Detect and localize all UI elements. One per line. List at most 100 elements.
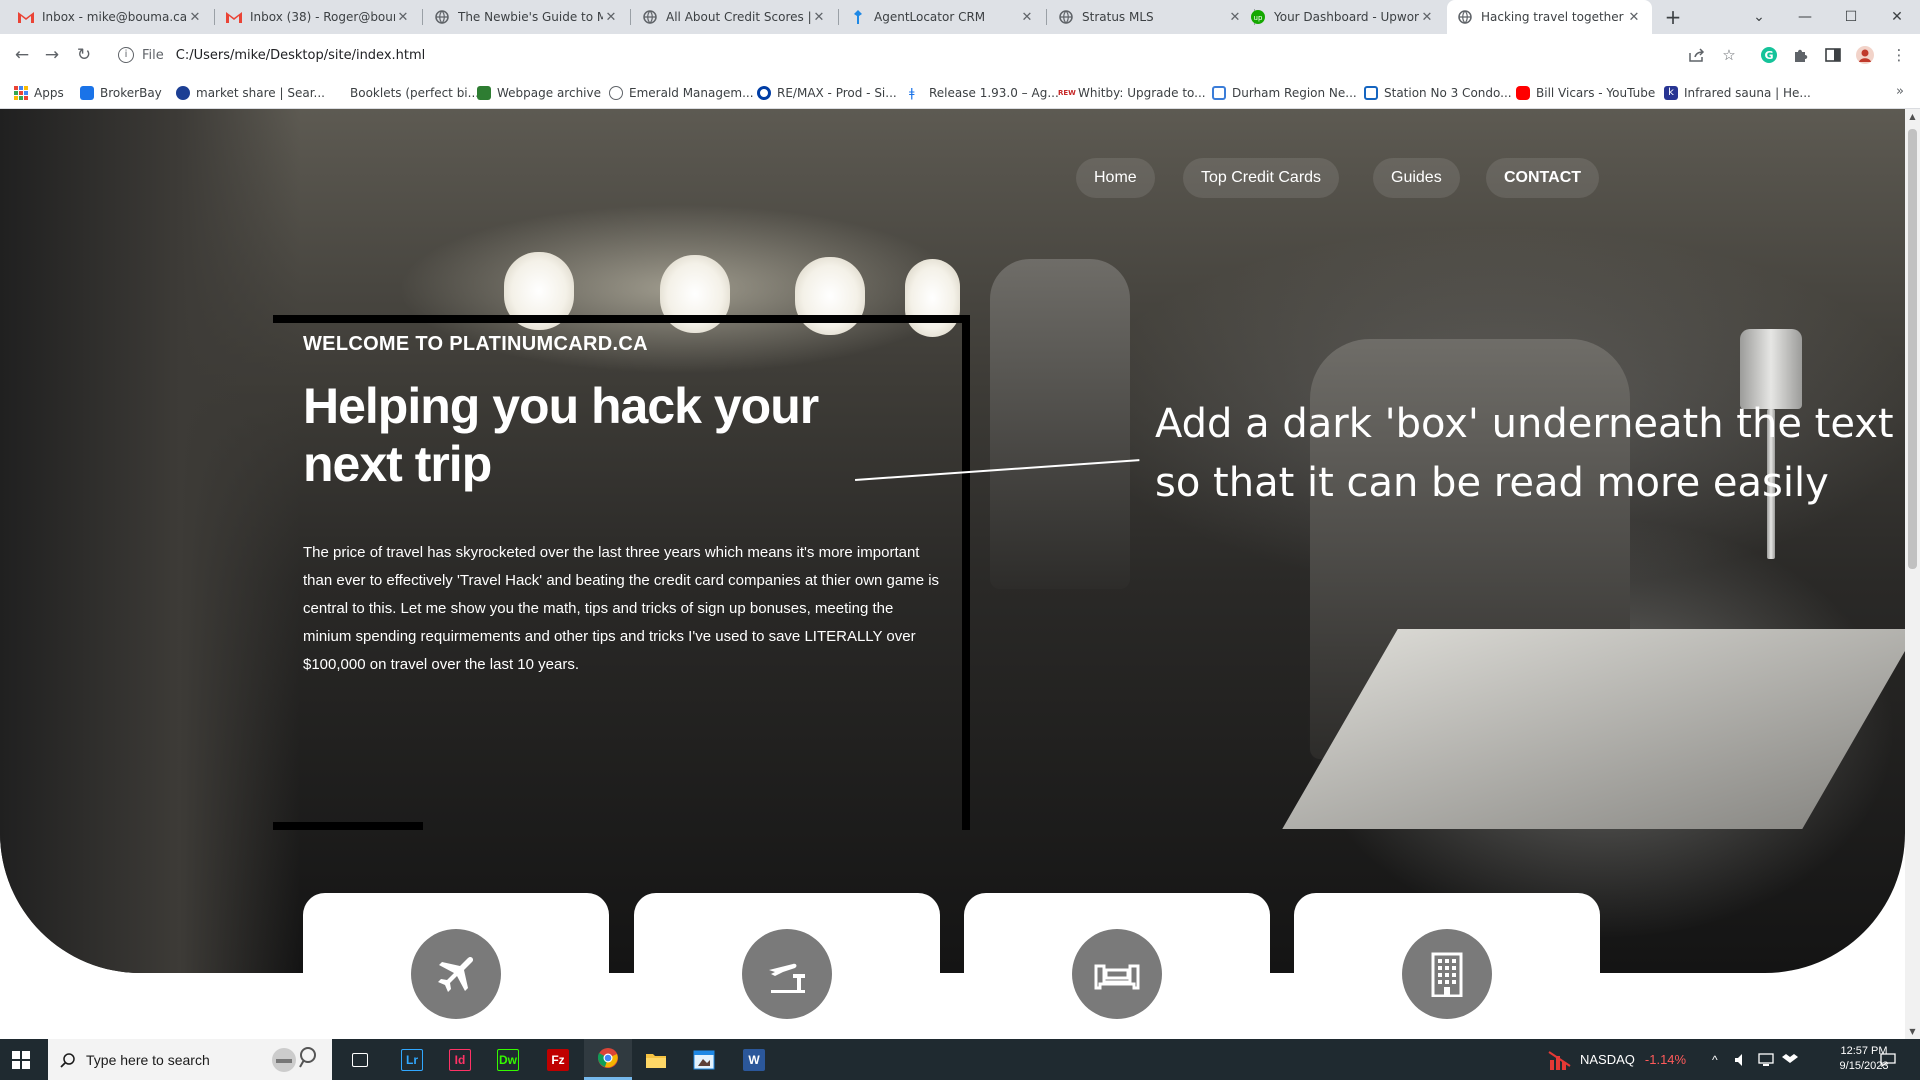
close-tab-icon[interactable]: ✕ bbox=[603, 10, 619, 25]
svg-text:G: G bbox=[1764, 49, 1773, 62]
site-nav-home[interactable]: Home bbox=[1076, 158, 1155, 198]
close-tab-icon[interactable]: ✕ bbox=[811, 10, 827, 25]
agentlocator-icon bbox=[850, 9, 866, 25]
tab-title: Stratus MLS bbox=[1082, 10, 1154, 24]
hero-intro-paragraph: The price of travel has skyrocketed over… bbox=[303, 544, 940, 673]
bookmark-item[interactable]: Booklets (perfect bi... bbox=[330, 84, 479, 102]
tab-title: Inbox (38) - Roger@bouma bbox=[250, 10, 395, 24]
scroll-up-icon[interactable]: ▲ bbox=[1908, 112, 1917, 121]
browser-menu-icon[interactable]: ⋮ bbox=[1889, 45, 1909, 65]
windows-start-icon[interactable] bbox=[12, 1051, 30, 1069]
browser-tab[interactable]: The Newbie's Guide to Mi ✕ bbox=[424, 0, 629, 34]
notifications-icon[interactable] bbox=[1880, 1039, 1896, 1080]
bookmark-item[interactable]: Durham Region Ne... bbox=[1212, 84, 1357, 102]
feature-card[interactable] bbox=[634, 893, 940, 1039]
file-explorer-icon[interactable] bbox=[632, 1039, 680, 1080]
site-nav-guides[interactable]: Guides bbox=[1373, 158, 1460, 198]
lightroom-icon[interactable]: Lr bbox=[388, 1039, 436, 1080]
apps-grid-icon bbox=[14, 86, 28, 100]
browser-tab[interactable]: Inbox - mike@bouma.ca - ✕ bbox=[8, 0, 213, 34]
stock-chart-icon bbox=[1548, 1050, 1571, 1070]
feature-card[interactable] bbox=[1294, 893, 1600, 1039]
browser-tab[interactable]: AgentLocator CRM ✕ bbox=[840, 0, 1045, 34]
hero-headline: Helping you hack your next trip bbox=[303, 378, 819, 492]
feature-card[interactable] bbox=[303, 893, 609, 1039]
info-icon[interactable]: i bbox=[118, 47, 134, 63]
svg-text:up: up bbox=[1254, 14, 1263, 22]
indesign-icon[interactable]: Id bbox=[436, 1039, 484, 1080]
site-nav-contact[interactable]: CONTACT bbox=[1486, 158, 1600, 198]
bookmark-label: Durham Region Ne... bbox=[1232, 86, 1357, 100]
profile-avatar-icon[interactable] bbox=[1855, 45, 1875, 65]
browser-tab[interactable]: Inbox (38) - Roger@bouma ✕ bbox=[216, 0, 421, 34]
bookmark-item[interactable]: Station No 3 Condo... bbox=[1364, 84, 1512, 102]
grammarly-icon[interactable]: G bbox=[1759, 45, 1779, 65]
close-tab-icon[interactable]: ✕ bbox=[187, 10, 203, 25]
task-view-icon[interactable] bbox=[336, 1039, 384, 1080]
page-scrollbar[interactable]: ▲ ▼ bbox=[1905, 109, 1920, 1039]
bookmark-label: Booklets (perfect bi... bbox=[350, 86, 480, 100]
browser-tab[interactable]: All About Credit Scores | Fi ✕ bbox=[632, 0, 837, 34]
share-icon[interactable] bbox=[1687, 45, 1707, 65]
tab-title: Your Dashboard - Upwork bbox=[1274, 10, 1419, 24]
close-window-button[interactable]: ✕ bbox=[1874, 0, 1920, 34]
bookmark-label: Whitby: Upgrade to... bbox=[1078, 86, 1206, 100]
close-tab-icon[interactable]: ✕ bbox=[395, 10, 411, 25]
extensions-puzzle-icon[interactable] bbox=[1791, 45, 1811, 65]
close-tab-icon[interactable]: ✕ bbox=[1419, 10, 1435, 25]
scroll-down-icon[interactable]: ▼ bbox=[1908, 1027, 1917, 1036]
dropbox-icon[interactable] bbox=[1782, 1039, 1798, 1080]
volume-icon[interactable] bbox=[1734, 1039, 1748, 1080]
brokerbay-icon bbox=[80, 86, 94, 100]
stock-widget[interactable]: NASDAQ -1.14% bbox=[1548, 1039, 1686, 1080]
airport-departure-icon bbox=[742, 929, 832, 1019]
bookmark-star-icon[interactable]: ☆ bbox=[1719, 45, 1739, 65]
new-tab-button[interactable]: + bbox=[1660, 4, 1686, 30]
bookmark-item[interactable]: BrokerBay bbox=[80, 84, 162, 102]
bookmark-item[interactable]: Apps bbox=[14, 84, 64, 102]
browser-tab-active[interactable]: Hacking travel together - p ✕ bbox=[1447, 0, 1652, 34]
minimize-button[interactable]: — bbox=[1782, 0, 1828, 34]
bookmark-item[interactable]: Emerald Managem... bbox=[609, 84, 754, 102]
bookmark-item[interactable]: market share | Sear... bbox=[176, 84, 325, 102]
tab-title: AgentLocator CRM bbox=[874, 10, 986, 24]
feature-card[interactable] bbox=[964, 893, 1270, 1039]
browser-tab[interactable]: Stratus MLS ✕ bbox=[1048, 0, 1253, 34]
app-window-icon[interactable] bbox=[680, 1039, 728, 1080]
address-url[interactable]: C:/Users/mike/Desktop/site/index.html bbox=[176, 48, 426, 63]
close-tab-icon[interactable]: ✕ bbox=[1626, 10, 1642, 25]
filezilla-icon[interactable]: Fz bbox=[534, 1039, 582, 1080]
tab-title: All About Credit Scores | Fi bbox=[666, 10, 811, 24]
bookmark-item[interactable]: RE/MAX - Prod - Si... bbox=[757, 84, 897, 102]
word-icon[interactable]: W bbox=[730, 1039, 778, 1080]
close-tab-icon[interactable]: ✕ bbox=[1019, 10, 1035, 25]
reload-icon[interactable]: ↻ bbox=[72, 43, 96, 67]
tray-overflow-icon[interactable]: ^ bbox=[1712, 1039, 1718, 1080]
browser-toolbar: ← → ↻ i File C:/Users/mike/Desktop/site/… bbox=[0, 34, 1920, 76]
forward-icon[interactable]: → bbox=[40, 43, 64, 67]
bookmark-label: market share | Sear... bbox=[196, 86, 325, 100]
back-icon[interactable]: ← bbox=[10, 43, 34, 67]
bookmark-item[interactable]: Bill Vicars - YouTube bbox=[1516, 84, 1655, 102]
network-icon[interactable] bbox=[1758, 1039, 1774, 1080]
bookmark-label: Station No 3 Condo... bbox=[1384, 86, 1512, 100]
browser-tab[interactable]: up Your Dashboard - Upwork ✕ bbox=[1240, 0, 1445, 34]
bookmark-item[interactable]: k Infrared sauna | He... bbox=[1664, 84, 1811, 102]
bookmark-item[interactable]: Webpage archive bbox=[477, 84, 601, 102]
side-panel-icon[interactable] bbox=[1823, 45, 1843, 65]
bookmark-item[interactable]: REW Whitby: Upgrade to... bbox=[1058, 84, 1206, 102]
site-nav-top-credit-cards[interactable]: Top Credit Cards bbox=[1183, 158, 1340, 198]
bookmark-label: Bill Vicars - YouTube bbox=[1536, 86, 1656, 100]
taskbar-search-box[interactable]: Type here to search bbox=[48, 1039, 332, 1080]
rew-icon: REW bbox=[1058, 89, 1076, 97]
bookmark-item[interactable]: ǂ Release 1.93.0 – Ag... bbox=[909, 84, 1059, 102]
tab-search-icon[interactable]: ⌄ bbox=[1736, 0, 1782, 34]
dreamweaver-icon[interactable]: Dw bbox=[484, 1039, 532, 1080]
stock-change: -1.14% bbox=[1644, 1052, 1687, 1067]
lounge-sofa-icon bbox=[1072, 929, 1162, 1019]
address-bar[interactable]: i File C:/Users/mike/Desktop/site/index.… bbox=[110, 40, 1790, 70]
maximize-button[interactable]: ☐ bbox=[1828, 0, 1874, 34]
chrome-icon[interactable] bbox=[584, 1039, 632, 1080]
scrollbar-thumb[interactable] bbox=[1908, 129, 1917, 569]
bookmarks-overflow-icon[interactable]: » bbox=[1896, 84, 1904, 99]
